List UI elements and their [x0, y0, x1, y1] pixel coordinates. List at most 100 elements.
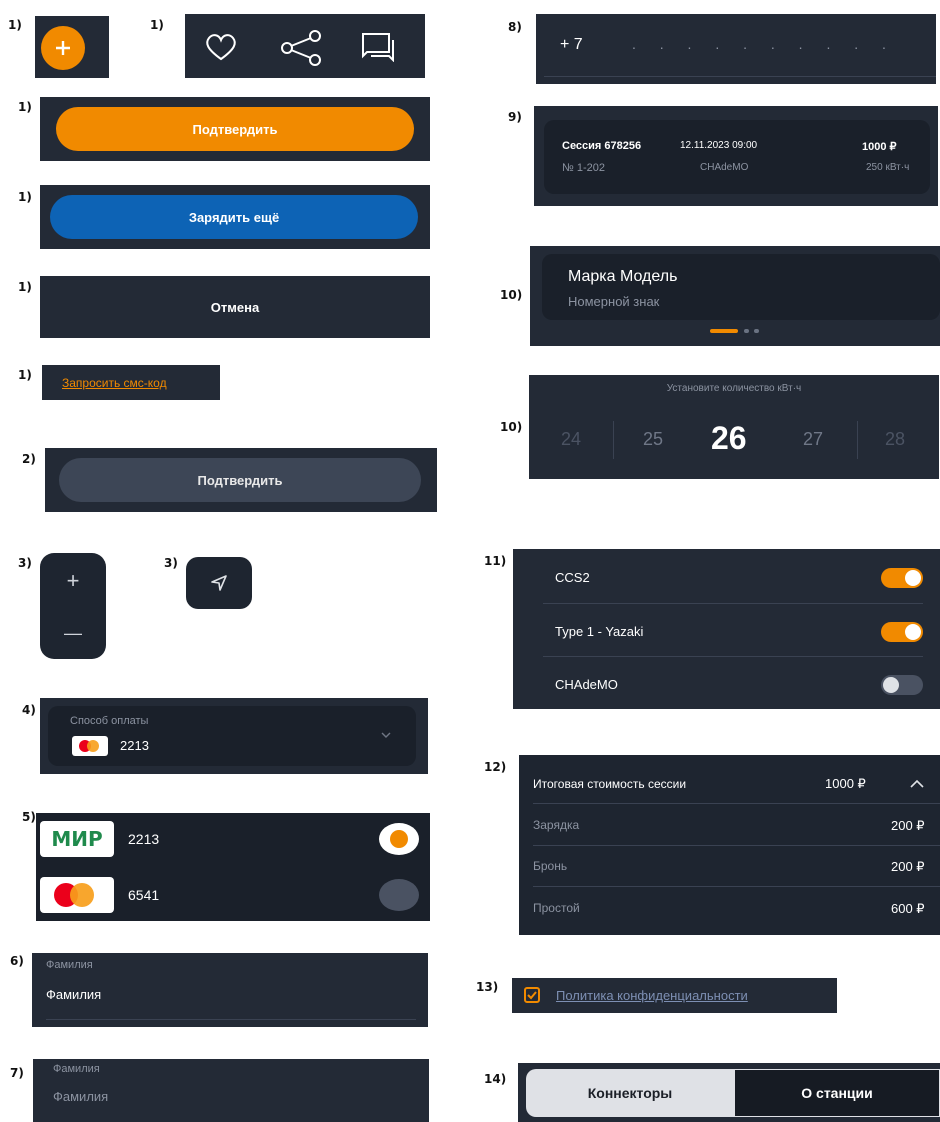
- label-5: 5): [22, 810, 36, 824]
- privacy-checkbox[interactable]: [524, 987, 540, 1003]
- cost-item-value: 200 ₽: [891, 859, 925, 874]
- cost-item-value: 200 ₽: [891, 818, 925, 833]
- tab-about-station[interactable]: О станции: [734, 1069, 940, 1117]
- connector-row-chademo[interactable]: CHAdeMO: [513, 657, 940, 709]
- field-label: Фамилия: [53, 1063, 100, 1075]
- cost-total-value: 1000 ₽: [825, 776, 866, 791]
- comments-button[interactable]: [361, 32, 401, 62]
- zoom-out-button[interactable]: —: [40, 611, 106, 655]
- carousel-dot[interactable]: [744, 329, 749, 333]
- mastercard-icon: [72, 736, 108, 756]
- label-1c: 1): [18, 100, 32, 114]
- sms-link-panel: Запросить смс-код: [42, 365, 220, 400]
- privacy-policy-link[interactable]: Политика конфиденциальности: [556, 988, 748, 1003]
- label-8: 8): [508, 20, 522, 34]
- label-9: 9): [508, 110, 522, 124]
- radio-selected[interactable]: [379, 823, 419, 855]
- label-1e: 1): [18, 280, 32, 294]
- cost-item-label: Простой: [533, 901, 580, 915]
- picker-value[interactable]: 25: [643, 429, 663, 450]
- connector-row-ccs2[interactable]: CCS2: [513, 549, 940, 603]
- locate-button[interactable]: [186, 557, 252, 609]
- card-number: 2213: [128, 831, 160, 847]
- toggle-switch-on[interactable]: [881, 568, 923, 588]
- action-icon-bar: [185, 14, 425, 78]
- checkmark-icon: [527, 991, 537, 1000]
- chevron-up-icon[interactable]: [909, 779, 925, 789]
- charge-more-button[interactable]: Зарядить ещё: [50, 195, 418, 239]
- cost-item-value: 600 ₽: [891, 901, 925, 916]
- session-card[interactable]: Сессия 678256 12.11.2023 09:00 1000 ₽ № …: [544, 120, 930, 194]
- session-price: 1000 ₽: [862, 141, 897, 153]
- connector-filter: CCS2 Type 1 - Yazaki CHAdeMO: [513, 549, 940, 709]
- label-13: 13): [476, 980, 499, 994]
- surname-field-filled[interactable]: Фамилия Фамилия: [32, 953, 428, 1027]
- plus-icon: [56, 41, 70, 55]
- card-row-mastercard[interactable]: 6541: [36, 867, 430, 921]
- connector-name: Type 1 - Yazaki: [555, 624, 644, 639]
- cost-total-row[interactable]: Итоговая стоимость сессии 1000 ₽: [519, 755, 940, 807]
- card-number: 6541: [128, 887, 160, 903]
- heart-icon: [206, 34, 236, 61]
- session-connector: CHAdeMO: [700, 162, 749, 173]
- navigation-arrow-icon: [211, 575, 227, 591]
- session-datetime: 12.11.2023 09:00: [680, 140, 758, 151]
- label-14: 14): [484, 1072, 507, 1086]
- phone-input[interactable]: + 7 . . . . . . . . . .: [536, 14, 936, 84]
- label-7: 7): [10, 1066, 24, 1080]
- label-2: 2): [22, 452, 36, 466]
- picker-divider: [857, 421, 858, 459]
- cost-breakdown: Итоговая стоимость сессии 1000 ₽ Зарядка…: [519, 755, 940, 935]
- zoom-in-button[interactable]: +: [40, 559, 106, 603]
- label-1b: 1): [150, 18, 164, 32]
- picker-value[interactable]: 28: [885, 429, 905, 450]
- confirm-disabled-button[interactable]: Подтвердить: [59, 458, 421, 502]
- tab-connectors[interactable]: Коннекторы: [526, 1069, 734, 1117]
- picker-divider: [613, 421, 614, 459]
- connector-row-type1[interactable]: Type 1 - Yazaki: [513, 604, 940, 656]
- carousel-dot[interactable]: [754, 329, 759, 333]
- session-number: № 1-202: [562, 162, 605, 174]
- cancel-button[interactable]: Отмена: [40, 276, 430, 338]
- toggle-switch-on[interactable]: [881, 622, 923, 642]
- label-3a: 3): [18, 556, 32, 570]
- session-energy: 250 кВт·ч: [866, 162, 910, 173]
- field-underline: [46, 1019, 416, 1020]
- zoom-control: + —: [40, 553, 106, 659]
- surname-field-empty[interactable]: Фамилия Фамилия: [33, 1059, 429, 1122]
- label-1a: 1): [8, 18, 22, 32]
- picker-title: Установите количество кВт·ч: [666, 383, 802, 394]
- carousel-dot-active[interactable]: [710, 329, 738, 333]
- picker-value[interactable]: 24: [561, 429, 581, 450]
- field-placeholder: Фамилия: [53, 1089, 109, 1104]
- picker-value[interactable]: 27: [803, 429, 823, 450]
- payment-card-number: 2213: [120, 738, 149, 753]
- divider: [533, 803, 940, 804]
- radio-unselected[interactable]: [379, 879, 419, 911]
- share-button[interactable]: [279, 30, 323, 66]
- field-value: Фамилия: [46, 987, 102, 1002]
- car-card[interactable]: Марка Модель Номерной знак: [542, 254, 940, 320]
- request-sms-link[interactable]: Запросить смс-код: [62, 376, 167, 390]
- payment-panel: Способ оплаты 2213: [40, 698, 428, 774]
- field-label: Фамилия: [46, 959, 93, 971]
- payment-method-select[interactable]: Способ оплаты 2213: [48, 706, 416, 766]
- session-title: Сессия 678256: [562, 140, 642, 152]
- confirm-button[interactable]: Подтвердить: [56, 107, 414, 151]
- label-1d: 1): [18, 190, 32, 204]
- favorite-button[interactable]: [203, 32, 239, 62]
- connector-name: CHAdeMO: [555, 677, 618, 692]
- add-button[interactable]: [41, 26, 85, 70]
- label-1f: 1): [18, 368, 32, 382]
- toggle-switch-off[interactable]: [881, 675, 923, 695]
- confirm-disabled-panel: Подтвердить: [45, 448, 437, 512]
- mir-logo-icon: МИР: [40, 821, 114, 857]
- cost-item-label: Бронь: [533, 859, 568, 873]
- charge-more-panel: Зарядить ещё: [40, 185, 430, 249]
- cost-total-label: Итоговая стоимость сессии: [533, 777, 687, 791]
- payment-label: Способ оплаты: [70, 715, 149, 727]
- car-model: Марка Модель: [568, 268, 678, 285]
- picker-value-selected[interactable]: 26: [711, 420, 747, 457]
- label-10b: 10): [500, 420, 523, 434]
- card-row-mir[interactable]: МИР 2213: [36, 813, 430, 867]
